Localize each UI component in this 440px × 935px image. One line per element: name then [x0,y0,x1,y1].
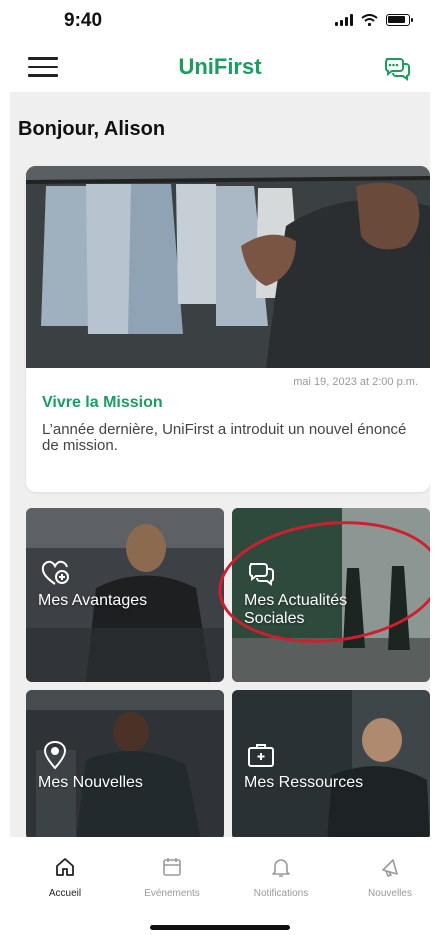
featured-article-image [26,166,430,368]
home-icon [56,858,74,876]
megaphone-icon [382,859,398,877]
article-date: mai 19, 2023 at 2:00 p.m. [293,376,418,388]
tile-mes-ressources[interactable]: Mes Ressources [232,690,430,837]
app-title: UniFirst [178,54,262,79]
status-icons [335,14,413,26]
battery-icon [386,14,413,26]
tile-label: Mes Nouvelles [38,774,143,791]
location-pin-icon [43,740,67,770]
chat-icon [385,58,410,81]
tile-label: Mes Ressources [244,774,364,791]
status-time: 9:40 [64,10,103,31]
article-description: L’année dernière, UniFirst a introduit u… [42,421,407,454]
tab-accueil[interactable]: Accueil [21,856,109,899]
tab-notifications[interactable]: Notifications [237,856,325,899]
calendar-icon [163,858,181,876]
signal-icon [335,14,353,26]
bell-icon [272,859,290,877]
tile-label: Mes Actualités Sociales [244,592,348,627]
home-indicator [150,925,290,930]
tab-label: Nouvelles [368,888,412,899]
chat-icon [249,563,274,586]
status-bar: 9:40 [0,0,440,44]
article-title: Vivre la Mission [42,394,163,411]
tab-bar: Accueil Evénements Notifications Nouvell… [0,838,440,935]
home-content: Bonjour, Alison mai 19, 2023 at 2:00 p.m… [10,92,430,837]
heart-plus-icon [41,560,69,585]
briefcase-icon [248,744,274,767]
tile-mes-nouvelles[interactable]: Mes Nouvelles [26,690,224,837]
tab-label: Notifications [253,888,309,899]
tab-label: Accueil [48,888,82,899]
greeting: Bonjour, Alison [18,118,166,140]
chat-button[interactable] [382,53,412,83]
tab-evenements[interactable]: Evénements [128,856,216,899]
tile-mes-avantages[interactable]: Mes Avantages [26,508,224,682]
featured-article-card[interactable]: mai 19, 2023 at 2:00 p.m. Vivre la Missi… [26,166,430,492]
tab-nouvelles[interactable]: Nouvelles [346,856,434,899]
tile-label: Mes Avantages [38,592,148,609]
app-header: UniFirst [0,44,440,90]
wifi-icon [361,14,378,26]
tile-mes-actualites-sociales[interactable]: Mes Actualités Sociales [232,508,430,682]
tab-label: Evénements [144,888,200,899]
